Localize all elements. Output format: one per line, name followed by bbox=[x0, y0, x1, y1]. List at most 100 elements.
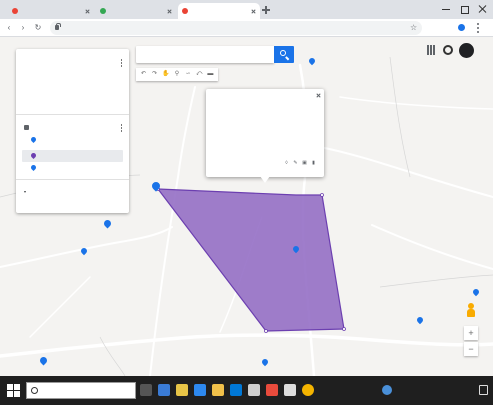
polygon-vertex[interactable] bbox=[320, 193, 324, 197]
individual-styles-link[interactable] bbox=[38, 137, 78, 142]
marker-style-icon bbox=[29, 163, 38, 172]
forward-icon[interactable]: › bbox=[18, 23, 28, 33]
map-place-label bbox=[150, 297, 180, 302]
tray-icon[interactable] bbox=[382, 385, 392, 395]
menu-icon[interactable] bbox=[476, 23, 480, 33]
app-icon[interactable] bbox=[158, 384, 170, 396]
tab-title bbox=[21, 9, 82, 14]
folder-icon[interactable] bbox=[176, 384, 188, 396]
close-window-icon[interactable] bbox=[477, 4, 487, 14]
layer-options-icon[interactable] bbox=[120, 124, 123, 132]
windows-start-icon[interactable] bbox=[7, 384, 20, 397]
preview-link[interactable] bbox=[80, 101, 104, 106]
reload-icon[interactable]: ↻ bbox=[33, 23, 43, 33]
base-map-label[interactable] bbox=[32, 189, 62, 194]
add-layer-link[interactable] bbox=[24, 101, 50, 106]
profile-icon[interactable] bbox=[458, 24, 465, 31]
map-description[interactable] bbox=[24, 81, 94, 86]
star-icon[interactable]: ☆ bbox=[410, 23, 419, 32]
browser-tab[interactable] bbox=[8, 3, 94, 19]
zoom-in-button[interactable]: + bbox=[464, 326, 478, 340]
maximize-icon[interactable] bbox=[459, 4, 469, 14]
road bbox=[149, 86, 196, 376]
address-bar[interactable]: ☆ bbox=[50, 21, 422, 35]
style-bucket-icon[interactable]: ◊ bbox=[284, 160, 289, 166]
zoom-out-button[interactable]: − bbox=[464, 342, 478, 356]
map-place-label bbox=[360, 137, 390, 142]
road bbox=[371, 224, 493, 270]
pegman-icon[interactable] bbox=[466, 303, 476, 317]
draw-line-icon[interactable]: ∽ bbox=[185, 71, 192, 78]
redo-icon[interactable]: ↷ bbox=[151, 71, 158, 78]
divider bbox=[16, 114, 129, 115]
undo-icon[interactable]: ↶ bbox=[140, 71, 147, 78]
new-tab-icon[interactable] bbox=[262, 6, 270, 14]
back-icon[interactable]: ‹ bbox=[4, 23, 14, 33]
map-canvas[interactable]: ↶ ↷ ✋ ⚲ ∽ ⤺ ▬ ▾ ◊ ✎ ▣ ▮ + − bbox=[0, 37, 493, 376]
system-tray-clock[interactable] bbox=[398, 384, 474, 397]
edge-icon[interactable] bbox=[194, 384, 206, 396]
feature-info-popup: ◊ ✎ ▣ ▮ bbox=[206, 89, 324, 177]
url-text bbox=[63, 25, 403, 31]
feature-description bbox=[212, 129, 228, 134]
store-icon[interactable] bbox=[230, 384, 242, 396]
browser-tab[interactable] bbox=[96, 3, 176, 19]
drawn-area-polygon[interactable] bbox=[156, 188, 345, 332]
delete-icon[interactable]: ▮ bbox=[311, 160, 316, 166]
polygon-vertex[interactable] bbox=[342, 327, 346, 331]
more-options-icon[interactable] bbox=[120, 59, 123, 67]
office-icon[interactable] bbox=[266, 384, 278, 396]
camera-icon[interactable]: ▣ bbox=[302, 160, 307, 166]
minimize-icon[interactable] bbox=[441, 4, 451, 14]
feature-title[interactable] bbox=[212, 98, 248, 104]
road bbox=[339, 96, 493, 110]
taskbar-search-box[interactable] bbox=[26, 382, 136, 399]
browser-toolbar: ‹ › ↻ ☆ bbox=[0, 19, 493, 37]
directions-icon[interactable]: ⤺ bbox=[196, 71, 203, 78]
map-tool-bar: ↶ ↷ ✋ ⚲ ∽ ⤺ ▬ bbox=[136, 68, 218, 81]
windows-taskbar bbox=[0, 376, 493, 405]
settings-icon[interactable] bbox=[443, 45, 453, 55]
hand-icon[interactable]: ✋ bbox=[162, 71, 169, 78]
search-button[interactable] bbox=[274, 46, 294, 63]
search-icon bbox=[280, 50, 286, 56]
tab-favicon bbox=[182, 8, 188, 14]
feature-description bbox=[212, 119, 318, 124]
apps-grid-icon[interactable] bbox=[427, 45, 435, 55]
layer-item-label bbox=[38, 153, 78, 158]
map-attribution bbox=[440, 362, 488, 367]
browser-tab-active[interactable] bbox=[178, 3, 260, 19]
popup-tail bbox=[260, 176, 270, 183]
basemap-arrow-icon[interactable]: ▾ bbox=[24, 189, 30, 194]
tray-line bbox=[398, 390, 474, 396]
share-link[interactable] bbox=[54, 101, 76, 106]
google-logo bbox=[226, 358, 260, 365]
close-icon[interactable] bbox=[316, 93, 321, 98]
layer-checkbox[interactable] bbox=[24, 125, 29, 130]
browser-tab-bar bbox=[0, 0, 493, 19]
avatar[interactable] bbox=[459, 43, 474, 58]
marker-tool-icon[interactable]: ⚲ bbox=[173, 71, 180, 78]
polygon-vertex[interactable] bbox=[264, 329, 268, 333]
map-place-label bbox=[50, 359, 90, 364]
mail-icon[interactable] bbox=[248, 384, 260, 396]
taskbar-search-text bbox=[42, 388, 132, 394]
map-title[interactable] bbox=[24, 59, 94, 66]
chrome-icon[interactable] bbox=[302, 384, 314, 396]
explorer-icon[interactable] bbox=[212, 384, 224, 396]
close-icon[interactable] bbox=[251, 9, 256, 14]
map-place-label bbox=[112, 230, 132, 235]
notification-icon[interactable] bbox=[479, 385, 488, 395]
close-icon[interactable] bbox=[85, 9, 90, 14]
ruler-icon[interactable]: ▬ bbox=[207, 71, 214, 78]
edit-icon[interactable]: ✎ bbox=[293, 160, 298, 166]
layer-name[interactable] bbox=[32, 125, 92, 130]
map-place-label bbox=[130, 158, 164, 163]
road bbox=[0, 333, 493, 358]
layer-item-label[interactable] bbox=[38, 165, 58, 170]
task-view-icon[interactable] bbox=[140, 384, 152, 396]
feature-measurement bbox=[212, 160, 252, 165]
close-icon[interactable] bbox=[167, 9, 172, 14]
map-search-input[interactable] bbox=[136, 46, 274, 63]
media-icon[interactable] bbox=[284, 384, 296, 396]
